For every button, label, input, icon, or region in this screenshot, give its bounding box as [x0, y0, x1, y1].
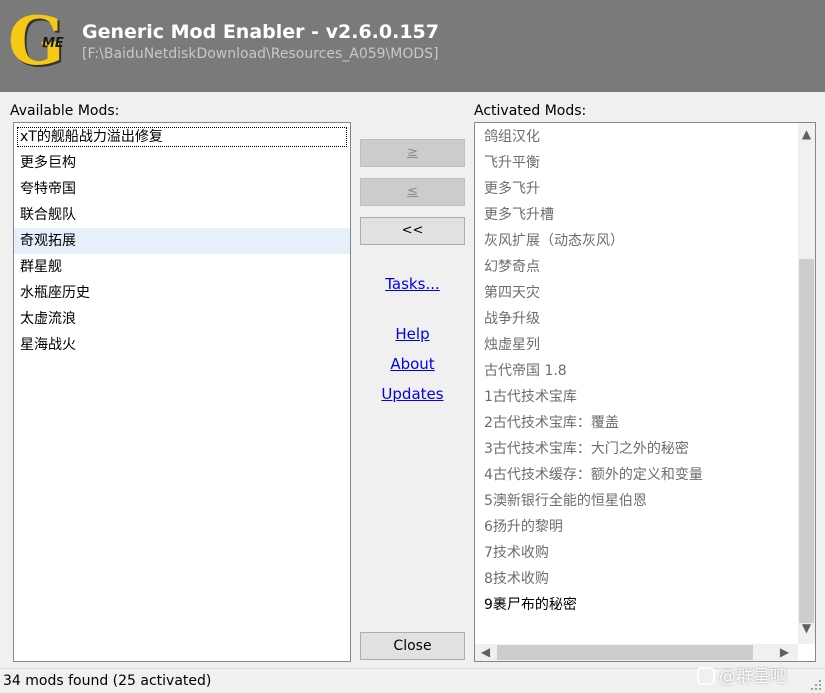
activated-mod-item[interactable]: 8技术收购 [478, 566, 795, 592]
activated-mod-item[interactable]: 7技术收购 [478, 540, 795, 566]
about-link[interactable]: About [360, 355, 465, 373]
activated-mod-item[interactable]: 灰风扩展（动态灰风） [478, 228, 795, 254]
activate-button[interactable]: ≥ [360, 139, 465, 167]
activated-mod-item[interactable]: 鸽组汉化 [478, 124, 795, 150]
mods-path: [F:\BaiduNetdiskDownload\Resources_A059\… [82, 46, 439, 62]
watermark: @群星吧 [697, 662, 787, 687]
gme-logo: G ME [8, 8, 70, 76]
scroll-up-icon[interactable]: ▲ [798, 126, 815, 143]
activated-mod-item[interactable]: 9裹尸布的秘密 [478, 592, 795, 618]
app-header: G ME Generic Mod Enabler - v2.6.0.157 [F… [0, 0, 825, 92]
resize-grip-icon[interactable] [809, 678, 821, 690]
horizontal-scroll-thumb[interactable] [497, 645, 753, 660]
status-text: 34 mods found (25 activated) [3, 673, 212, 689]
vertical-scroll-thumb[interactable] [799, 259, 814, 623]
activated-mod-item[interactable]: 更多飞升 [478, 176, 795, 202]
available-mod-item[interactable]: xT的舰船战力溢出修复 [14, 124, 350, 150]
activated-mods-label: Activated Mods: [474, 103, 587, 119]
available-mod-item[interactable]: 更多巨构 [14, 150, 350, 176]
scroll-left-icon[interactable]: ◀ [477, 644, 494, 661]
available-mod-item[interactable]: 星海战火 [14, 332, 350, 358]
available-mod-item[interactable]: 太虚流浪 [14, 306, 350, 332]
available-mods-label: Available Mods: [10, 103, 120, 119]
weibo-icon [697, 667, 715, 685]
activated-mod-item[interactable]: 4古代技术缓存：额外的定义和变量 [478, 462, 795, 488]
activated-mod-item[interactable]: 1古代技术宝库 [478, 384, 795, 410]
activated-mod-item[interactable]: 6扬升的黎明 [478, 514, 795, 540]
activated-mod-item[interactable]: 幻梦奇点 [478, 254, 795, 280]
activated-mod-item[interactable]: 5澳新银行全能的恒星伯恩 [478, 488, 795, 514]
updates-link[interactable]: Updates [360, 385, 465, 403]
scroll-down-icon[interactable]: ▼ [798, 620, 815, 637]
available-mod-item[interactable]: 联合舰队 [14, 202, 350, 228]
available-mods-list[interactable]: xT的舰船战力溢出修复 更多巨构 夸特帝国 联合舰队 奇观拓展 群星舰 水瓶座历史 太虚流浪星… [13, 122, 351, 662]
deactivate-all-button[interactable]: << [360, 217, 465, 245]
scroll-right-icon[interactable]: ▶ [776, 644, 793, 661]
help-link[interactable]: Help [360, 325, 465, 343]
watermark-text: @群星吧 [719, 667, 787, 687]
activated-mod-item[interactable]: 2古代技术宝库：覆盖 [478, 410, 795, 436]
close-button[interactable]: Close [360, 632, 465, 660]
deactivate-button[interactable]: ≤ [360, 178, 465, 206]
activated-mod-item[interactable]: 第四天灾 [478, 280, 795, 306]
available-mod-item[interactable]: 群星舰 [14, 254, 350, 280]
activated-horizontal-scrollbar[interactable]: ◀ ▶ [475, 644, 798, 661]
activated-mods-list[interactable]: 鸽组汉化 飞升平衡 更多飞升 更多飞升槽 灰风扩展（动态灰风） 幻梦奇点 第四天灾 战争升级烛… [474, 122, 816, 662]
app-title: Generic Mod Enabler - v2.6.0.157 [82, 21, 440, 43]
tasks-link[interactable]: Tasks... [360, 275, 465, 293]
activated-mod-item[interactable]: 古代帝国 1.8 [478, 358, 795, 384]
activated-mod-item[interactable]: 战争升级 [478, 306, 795, 332]
activated-mod-item[interactable]: 烛虚星列 [478, 332, 795, 358]
activated-mod-item[interactable]: 3古代技术宝库：大门之外的秘密 [478, 436, 795, 462]
activated-vertical-scrollbar[interactable]: ▲ ▼ [798, 123, 815, 644]
activated-mod-item[interactable]: 飞升平衡 [478, 150, 795, 176]
available-mod-item[interactable]: 水瓶座历史 [14, 280, 350, 306]
available-mod-item[interactable]: 奇观拓展 [14, 228, 350, 254]
logo-subtext: ME [42, 36, 64, 51]
activated-mod-item[interactable]: 更多飞升槽 [478, 202, 795, 228]
available-mod-item[interactable]: 夸特帝国 [14, 176, 350, 202]
